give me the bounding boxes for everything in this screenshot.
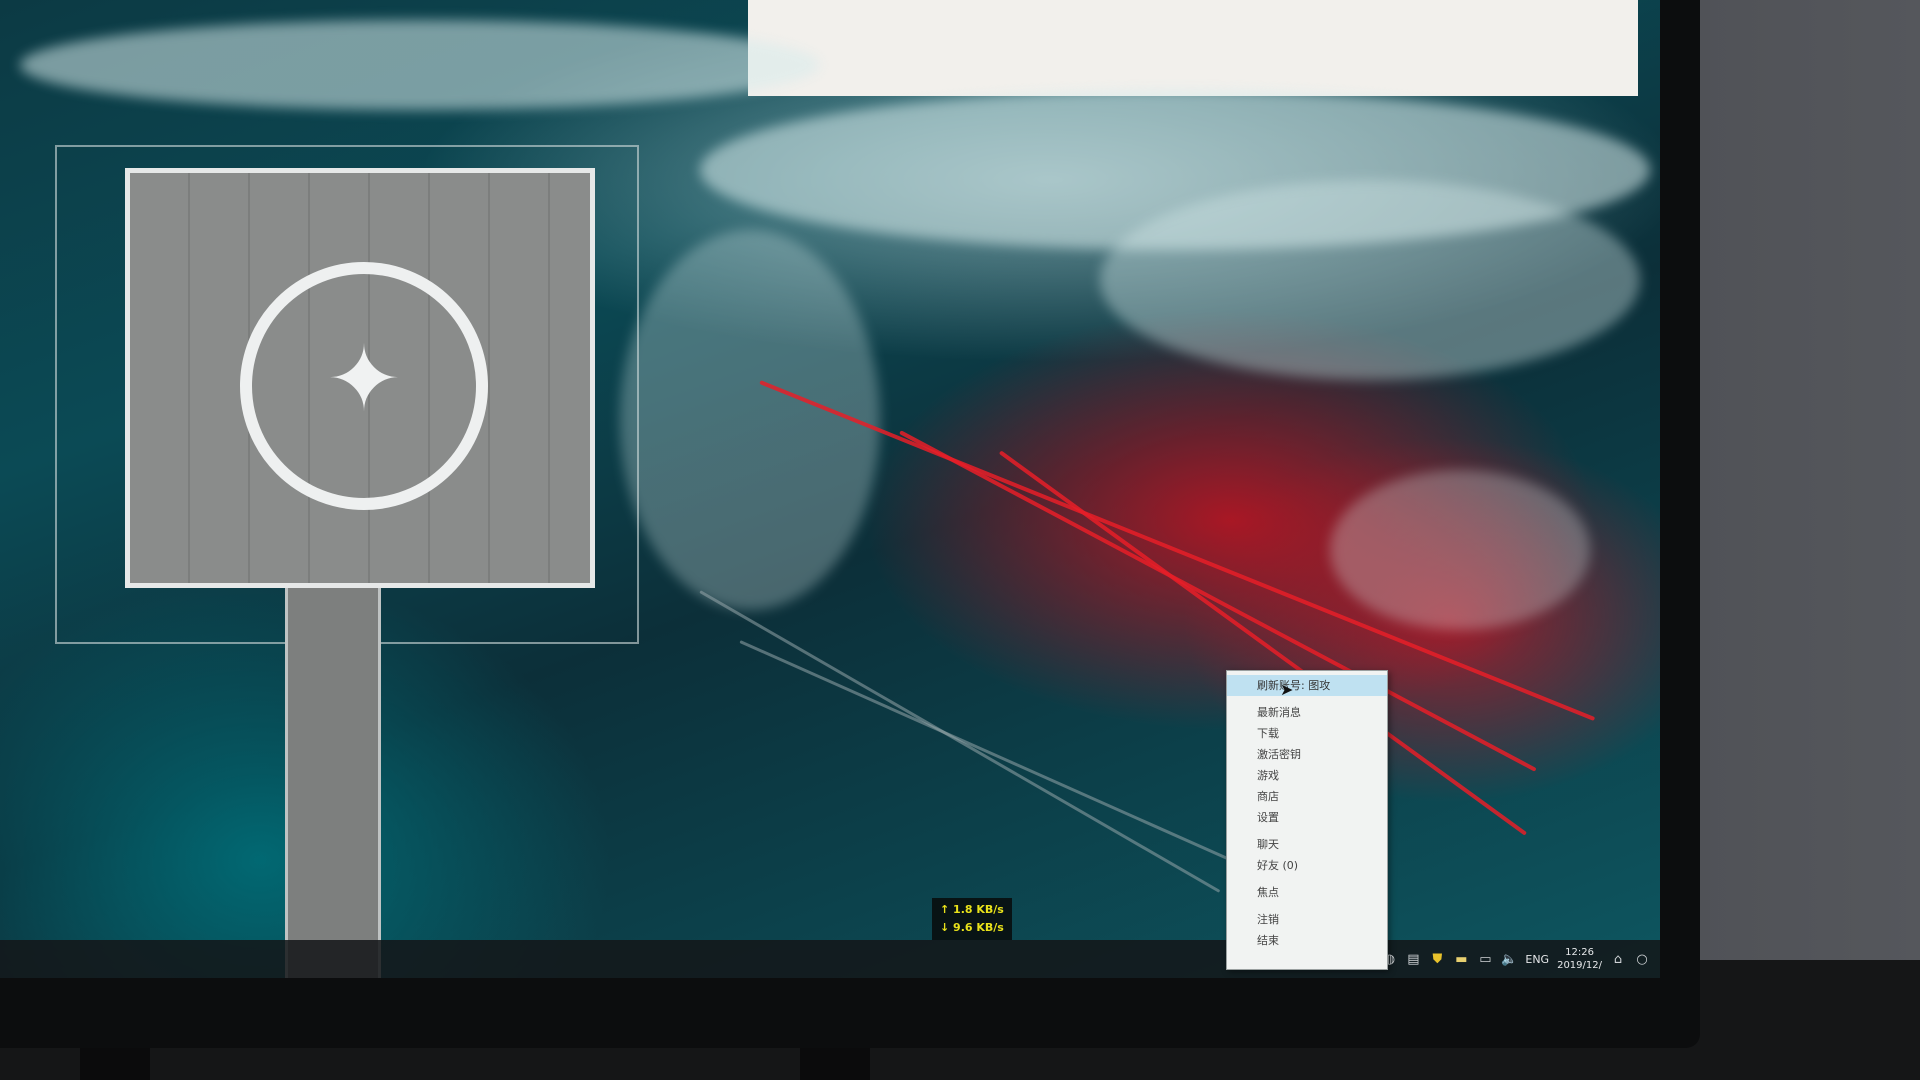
language-indicator[interactable]: ENG bbox=[1525, 953, 1549, 966]
mouse-cursor-icon: ➤ bbox=[1280, 680, 1294, 699]
wave-foam bbox=[20, 20, 820, 110]
clock[interactable]: 12:26 2019/12/ bbox=[1557, 946, 1602, 972]
menu-item-settings[interactable]: 设置 bbox=[1227, 807, 1387, 828]
menu-item-refresh-account[interactable]: 刷新账号: 图攻 bbox=[1227, 675, 1387, 696]
menu-item-news[interactable]: 最新消息 bbox=[1227, 702, 1387, 723]
wave-foam bbox=[1100, 180, 1640, 380]
volume-icon[interactable]: 🔈 bbox=[1501, 951, 1517, 967]
menu-item-store[interactable]: 商店 bbox=[1227, 786, 1387, 807]
tray-app-icon[interactable]: ▤ bbox=[1405, 951, 1421, 967]
desktop-wallpaper: ✦ ↑ 1.8 KB/s ↓ 9.6 KB/s ◉ ● ◌ ▣ ◍ ▤ ⛊ ▬ … bbox=[0, 0, 1660, 978]
menu-item-games[interactable]: 游戏 bbox=[1227, 765, 1387, 786]
network-icon[interactable]: ▭ bbox=[1477, 951, 1493, 967]
download-speed: ↓ 9.6 KB/s bbox=[940, 921, 1004, 934]
winged-emblem-icon: ✦ bbox=[326, 327, 402, 432]
network-speed-meter: ↑ 1.8 KB/s ↓ 9.6 KB/s bbox=[932, 898, 1012, 940]
clock-date: 2019/12/ bbox=[1557, 960, 1602, 971]
tray-context-menu: 刷新账号: 图攻 最新消息 下载 激活密钥 游戏 商店 设置 聊天 好友 (0)… bbox=[1226, 670, 1388, 970]
grey-light-streak bbox=[699, 590, 1221, 893]
grey-light-streak bbox=[739, 640, 1253, 871]
wave-foam bbox=[1330, 470, 1590, 630]
window-edge bbox=[748, 0, 1638, 96]
microphone-icon[interactable]: ⌂ bbox=[1610, 951, 1626, 967]
menu-item-friends[interactable]: 好友 (0) bbox=[1227, 855, 1387, 876]
menu-item-activate-key[interactable]: 激活密钥 bbox=[1227, 744, 1387, 765]
menu-item-exit[interactable]: 结束 bbox=[1227, 930, 1387, 951]
upload-speed: ↑ 1.8 KB/s bbox=[940, 903, 1004, 916]
shield-icon[interactable]: ⛊ bbox=[1429, 951, 1445, 967]
taskbar: ◉ ● ◌ ▣ ◍ ▤ ⛊ ▬ ▭ 🔈 ENG 12:26 2019/12/ ⌂… bbox=[0, 940, 1660, 978]
menu-item-chat[interactable]: 聊天 bbox=[1227, 834, 1387, 855]
cortana-icon[interactable]: ○ bbox=[1634, 951, 1650, 967]
wave-foam bbox=[620, 230, 880, 610]
menu-item-focus[interactable]: 焦点 bbox=[1227, 882, 1387, 903]
pier-walkway bbox=[285, 588, 381, 978]
menu-item-logout[interactable]: 注销 bbox=[1227, 909, 1387, 930]
menu-item-downloads[interactable]: 下载 bbox=[1227, 723, 1387, 744]
folder-icon[interactable]: ▬ bbox=[1453, 951, 1469, 967]
clock-time: 12:26 bbox=[1565, 947, 1594, 958]
monitor: ✦ ↑ 1.8 KB/s ↓ 9.6 KB/s ◉ ● ◌ ▣ ◍ ▤ ⛊ ▬ … bbox=[0, 0, 1700, 1048]
